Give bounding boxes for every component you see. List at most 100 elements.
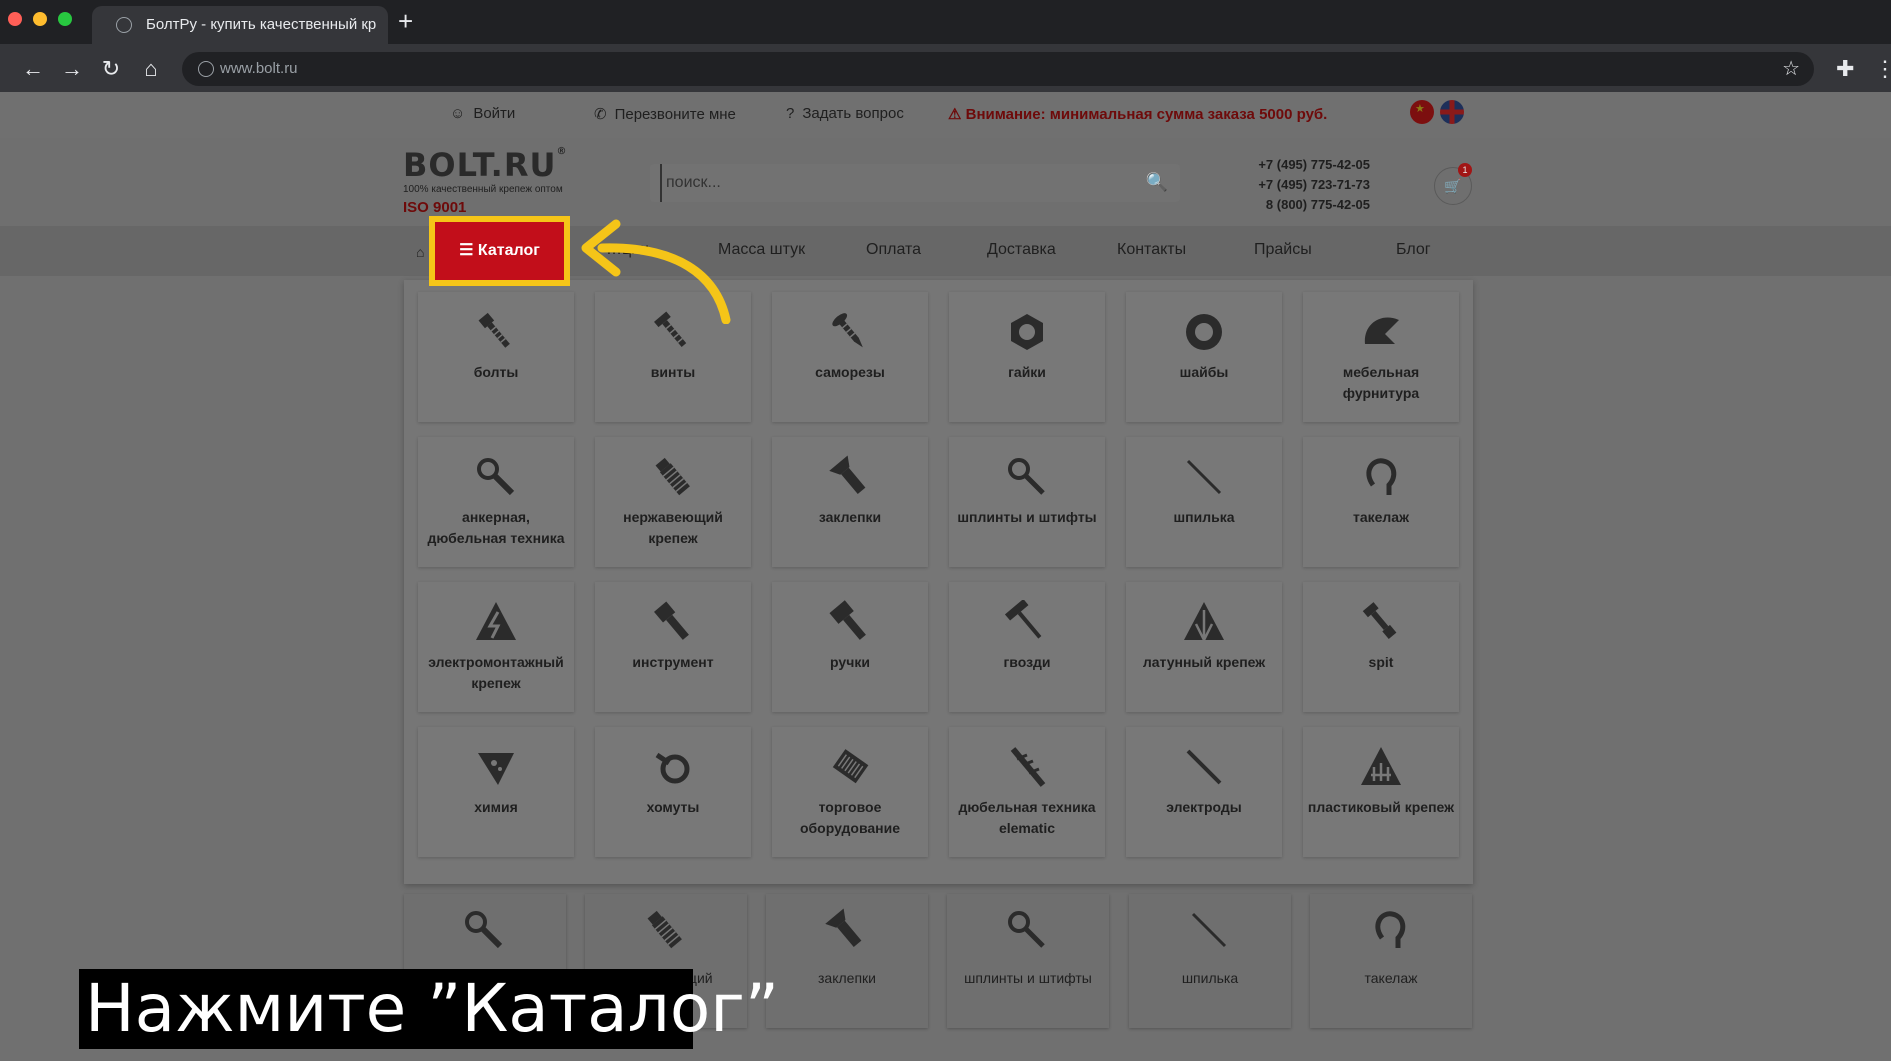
catalog-card[interactable]: саморезы [772,292,928,422]
close-window-button[interactable] [8,12,22,26]
catalog-card[interactable]: дюбельная техника elematic [949,727,1105,857]
stud-icon [1187,908,1231,952]
catalog-card-label: электроды [1166,799,1242,815]
background-catalog-card[interactable]: такелаж [1310,894,1472,1028]
new-tab-button[interactable]: + [398,6,413,36]
catalog-card[interactable]: электромонтажный крепеж [418,582,574,712]
phone-1[interactable]: +7 (495) 775-42-05 [1230,155,1370,175]
rivet-icon [824,908,868,952]
catalog-card[interactable]: инструмент [595,582,751,712]
nav-item-prices[interactable]: Прайсы [1254,241,1312,259]
anchor-icon [474,455,518,499]
catalog-card-label: хомуты [646,799,700,815]
catalog-card[interactable]: химия [418,727,574,857]
site-logo[interactable]: BOLT.RU® [403,146,567,184]
catalog-card[interactable]: электроды [1126,727,1282,857]
phone-numbers: +7 (495) 775-42-05 +7 (495) 723-71-73 8 … [1230,155,1370,215]
catalog-card-label: гвозди [1003,654,1051,670]
home-icon[interactable]: ⌂ [138,56,164,82]
rigging-icon [1368,908,1412,952]
retail-equipment-icon [828,745,872,789]
uk-flag-icon[interactable] [1440,100,1464,124]
minimize-window-button[interactable] [33,12,47,26]
nav-item-delivery[interactable]: Доставка [987,241,1056,259]
back-icon[interactable]: ← [20,56,46,82]
plastic-icon [1359,745,1403,789]
catalog-card-label: винты [650,364,696,380]
background-card-label: такелаж [1364,970,1418,986]
catalog-card[interactable]: заклепки [772,437,928,567]
catalog-card-label: дюбельная техника elematic [958,799,1096,836]
handle-icon [828,600,872,644]
anchor-icon [462,908,506,952]
spit-icon [1359,600,1403,644]
catalog-highlight: ☰ Каталог [429,216,570,286]
catalog-card[interactable]: болты [418,292,574,422]
nav-item-blog[interactable]: Блог [1396,241,1431,259]
search-input[interactable] [660,164,1120,202]
catalog-card[interactable]: ручки [772,582,928,712]
catalog-card[interactable]: spit [1303,582,1459,712]
catalog-card[interactable]: шайбы [1126,292,1282,422]
catalog-button[interactable]: ☰ Каталог [441,228,558,274]
background-catalog-card[interactable]: шплинты и штифты [947,894,1109,1028]
stud-icon [1182,455,1226,499]
nav-home-icon[interactable]: ⌂ [416,244,424,260]
catalog-card[interactable]: анкерная, дюбельная техника [418,437,574,567]
background-catalog-card[interactable]: шпилька [1129,894,1291,1028]
furniture-icon [1359,310,1403,354]
catalog-card[interactable]: хомуты [595,727,751,857]
warning-icon: ⚠ [948,106,962,123]
catalog-card[interactable]: торговое оборудование [772,727,928,857]
background-card-label: заклепки [818,970,876,986]
catalog-card[interactable]: гайки [949,292,1105,422]
callback-link[interactable]: ✆ Перезвоните мне [594,105,736,123]
bolt-icon [474,310,518,354]
url-text[interactable]: www.bolt.ru [220,60,298,77]
instruction-caption: Нажмите ”Каталог” [79,969,779,1049]
catalog-card[interactable]: гвозди [949,582,1105,712]
min-order-warning: ⚠ Внимание: минимальная сумма заказа 500… [948,106,1328,123]
site-info-icon[interactable] [198,61,214,77]
globe-icon [116,17,132,33]
catalog-card-label: заклепки [818,509,882,525]
catalog-card-label: мебельная фурнитура [1342,364,1420,401]
browser-tab[interactable]: БолтРу - купить качественный кр [92,6,388,44]
caption-text: Нажмите ”Каталог” [85,970,780,1047]
catalog-card-label: шайбы [1179,364,1229,380]
reload-icon[interactable]: ↻ [98,56,124,82]
phone-icon: ✆ [594,106,607,123]
background-catalog-card[interactable]: заклепки [766,894,928,1028]
ask-question-link[interactable]: ? Задать вопрос [786,105,904,122]
catalog-card-label: ручки [830,654,870,670]
phone-3[interactable]: 8 (800) 775-42-05 [1230,195,1370,215]
chemistry-icon [474,745,518,789]
washer-icon [1182,310,1226,354]
address-bar[interactable]: www.bolt.ru ☆ [182,52,1814,86]
bookmark-star-icon[interactable]: ☆ [1782,56,1800,81]
catalog-card[interactable]: такелаж [1303,437,1459,567]
maximize-window-button[interactable] [58,12,72,26]
china-flag-icon[interactable] [1410,100,1434,124]
background-card-label: шплинты и штифты [964,970,1092,986]
login-link[interactable]: ☺ Войти [450,105,515,122]
search-icon[interactable]: 🔍 [1146,172,1168,193]
catalog-card-label: инструмент [632,654,714,670]
catalog-card[interactable]: шпилька [1126,437,1282,567]
stainless-icon [643,908,687,952]
forward-icon[interactable]: → [59,56,85,82]
catalog-card[interactable]: мебельная фурнитура [1303,292,1459,422]
phone-2[interactable]: +7 (495) 723-71-73 [1230,175,1370,195]
catalog-card[interactable]: пластиковый крепеж [1303,727,1459,857]
extensions-icon[interactable]: ✚ [1836,56,1854,82]
nav-item-contacts[interactable]: Контакты [1117,241,1186,259]
nav-item-payment[interactable]: Оплата [866,241,921,259]
catalog-card[interactable]: латунный крепеж [1126,582,1282,712]
browser-menu-icon[interactable]: ⋮ [1874,56,1891,82]
catalog-card[interactable]: нержавеющий крепеж [595,437,751,567]
catalog-card-label: spit [1368,654,1394,670]
catalog-card-label: нержавеющий крепеж [623,509,723,546]
cart-count-badge: 1 [1458,163,1472,177]
catalog-card[interactable]: шплинты и штифты [949,437,1105,567]
nut-icon [1005,310,1049,354]
